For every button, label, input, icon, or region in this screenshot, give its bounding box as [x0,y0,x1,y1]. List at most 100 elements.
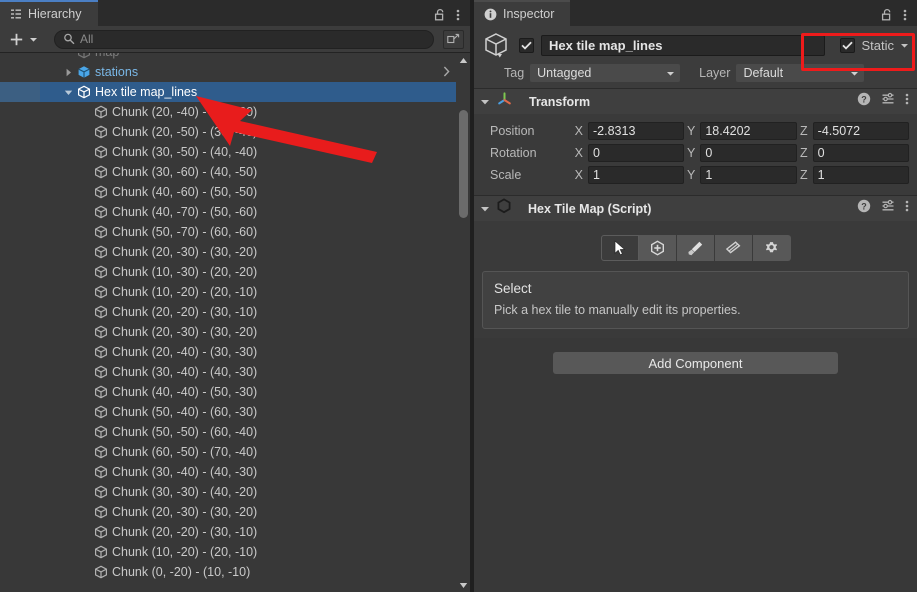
hex-tile-map-header[interactable]: Hex Tile Map (Script) ? [474,196,917,221]
hierarchy-row-gutter [0,402,40,422]
hierarchy-row-gutter [0,202,40,222]
foldout-collapsed-icon[interactable] [62,68,75,77]
hierarchy-item[interactable]: Chunk (10, -20) - (20, -10) [0,542,456,562]
rotation-y-field[interactable]: 0 [700,144,797,162]
tag-dropdown[interactable]: Untagged [530,64,681,82]
erase-tool[interactable] [714,235,753,261]
rotation-z-field[interactable]: 0 [812,144,909,162]
hierarchy-item[interactable]: Chunk (30, -50) - (40, -40) [0,142,456,162]
static-label: Static [861,37,894,53]
scroll-up-arrow[interactable] [456,53,470,67]
select-tool[interactable] [600,235,639,261]
perspective-toggle-icon[interactable] [443,29,464,49]
hierarchy-item[interactable]: stations [0,62,456,82]
search-input[interactable]: All [54,29,434,49]
inspector-tab-actions [881,8,917,26]
hierarchy-item[interactable]: Chunk (30, -40) - (40, -30) [0,462,456,482]
hierarchy-item[interactable]: map [0,53,456,62]
hierarchy-item-label: Chunk (0, -20) - (10, -10) [112,565,251,579]
gameobject-name-field[interactable]: Hex tile map_lines [541,34,826,56]
hierarchy-item[interactable]: Chunk (20, -40) - (30, -30) [0,102,456,122]
hierarchy-item[interactable]: Chunk (0, -20) - (10, -10) [0,562,456,582]
gameobject-icon [92,505,109,519]
hierarchy-item[interactable]: Chunk (40, -70) - (50, -60) [0,202,456,222]
kebab-menu-icon[interactable] [905,199,909,218]
hex-tile-map-header-actions: ? [857,199,909,218]
lock-open-icon[interactable] [434,8,447,22]
hierarchy-scrollbar-thumb[interactable] [459,110,468,218]
hierarchy-row-gutter [0,322,40,342]
add-component-button[interactable]: Add Component [553,352,838,374]
scale-z-value: 1 [817,168,825,182]
kebab-menu-icon[interactable] [456,8,460,22]
help-icon[interactable]: ? [857,92,871,111]
hierarchy-item-label: Chunk (20, -30) - (30, -20) [112,245,258,259]
tab-hierarchy[interactable]: Hierarchy [0,0,98,26]
kebab-menu-icon[interactable] [903,8,907,22]
tab-inspector[interactable]: Inspector [474,0,571,26]
hierarchy-item[interactable]: Chunk (20, -20) - (30, -10) [0,302,456,322]
scale-y-field[interactable]: 1 [700,166,797,184]
position-z-value: -4.5072 [817,124,861,138]
kebab-menu-icon[interactable] [905,92,909,111]
rotation-x-field[interactable]: 0 [588,144,685,162]
chevron-down-icon[interactable] [900,41,909,50]
hierarchy-item[interactable]: Chunk (20, -30) - (30, -20) [0,502,456,522]
static-checkbox[interactable] [840,37,856,53]
hierarchy-item[interactable]: Chunk (60, -50) - (70, -40) [0,442,456,462]
hierarchy-row-gutter [0,182,40,202]
hierarchy-item[interactable]: Chunk (20, -20) - (30, -10) [0,522,456,542]
hierarchy-item[interactable]: Chunk (30, -40) - (40, -30) [0,362,456,382]
hierarchy-item-label: Chunk (20, -30) - (30, -20) [112,505,258,519]
hierarchy-item-selected[interactable]: Hex tile map_lines [0,82,456,102]
hierarchy-item[interactable]: Chunk (20, -30) - (30, -20) [0,242,456,262]
scroll-down-arrow[interactable] [456,578,470,592]
hierarchy-row-gutter [0,542,40,562]
hierarchy-item[interactable]: Chunk (20, -30) - (30, -20) [0,322,456,342]
gameobject-cube-icon[interactable] [482,31,512,59]
hierarchy-item[interactable]: Chunk (50, -70) - (60, -60) [0,222,456,242]
chevron-down-icon[interactable] [480,97,490,107]
hierarchy-item[interactable]: Chunk (50, -50) - (60, -40) [0,422,456,442]
hierarchy-row-gutter [0,462,40,482]
helpbox-title: Select [494,281,532,296]
hierarchy-item-label: Chunk (60, -50) - (70, -40) [112,445,258,459]
position-x-field[interactable]: -2.8313 [588,122,685,140]
rotation-z-value: 0 [817,146,825,160]
hierarchy-row-gutter [0,522,40,542]
scale-x-field[interactable]: 1 [588,166,685,184]
hierarchy-item[interactable]: Chunk (20, -50) - (30, -40) [0,122,456,142]
position-y-field[interactable]: 18.4202 [700,122,797,140]
hierarchy-item[interactable]: Chunk (40, -60) - (50, -50) [0,182,456,202]
gameobject-enabled-checkbox[interactable] [519,37,534,53]
add-tile-tool[interactable] [638,235,677,261]
hierarchy-item[interactable]: Chunk (30, -30) - (40, -20) [0,482,456,502]
layer-dropdown[interactable]: Default [736,64,865,82]
hierarchy-row-gutter [0,282,40,302]
preset-icon[interactable] [881,199,895,218]
chevron-down-icon[interactable] [480,204,490,214]
hierarchy-item[interactable]: Chunk (50, -40) - (60, -30) [0,402,456,422]
scale-z-field[interactable]: 1 [812,166,909,184]
lock-open-icon[interactable] [881,8,894,22]
paint-tool[interactable] [676,235,715,261]
hierarchy-item[interactable]: Chunk (10, -20) - (20, -10) [0,282,456,302]
create-gameobject-button[interactable] [6,29,42,49]
gameobject-icon [92,285,109,299]
hierarchy-scrollbar[interactable] [456,53,470,592]
hierarchy-item[interactable]: Chunk (30, -60) - (40, -50) [0,162,456,182]
help-icon[interactable]: ? [857,199,871,218]
gameobject-icon [92,105,109,119]
open-prefab-chevron-icon[interactable] [443,66,450,80]
settings-tool[interactable] [752,235,791,261]
hierarchy-item[interactable]: Chunk (40, -40) - (50, -30) [0,382,456,402]
foldout-expanded-icon[interactable] [62,88,75,97]
position-z-field[interactable]: -4.5072 [812,122,909,140]
gameobject-name-value: Hex tile map_lines [549,37,663,53]
hierarchy-tree[interactable]: map stations Hex tile map_lines Chunk (20, … [0,53,470,592]
transform-header[interactable]: Transform ? [474,89,917,114]
gear-icon [765,241,778,252]
preset-icon[interactable] [881,92,895,111]
hierarchy-item[interactable]: Chunk (10, -30) - (20, -20) [0,262,456,282]
hierarchy-item[interactable]: Chunk (20, -40) - (30, -30) [0,342,456,362]
